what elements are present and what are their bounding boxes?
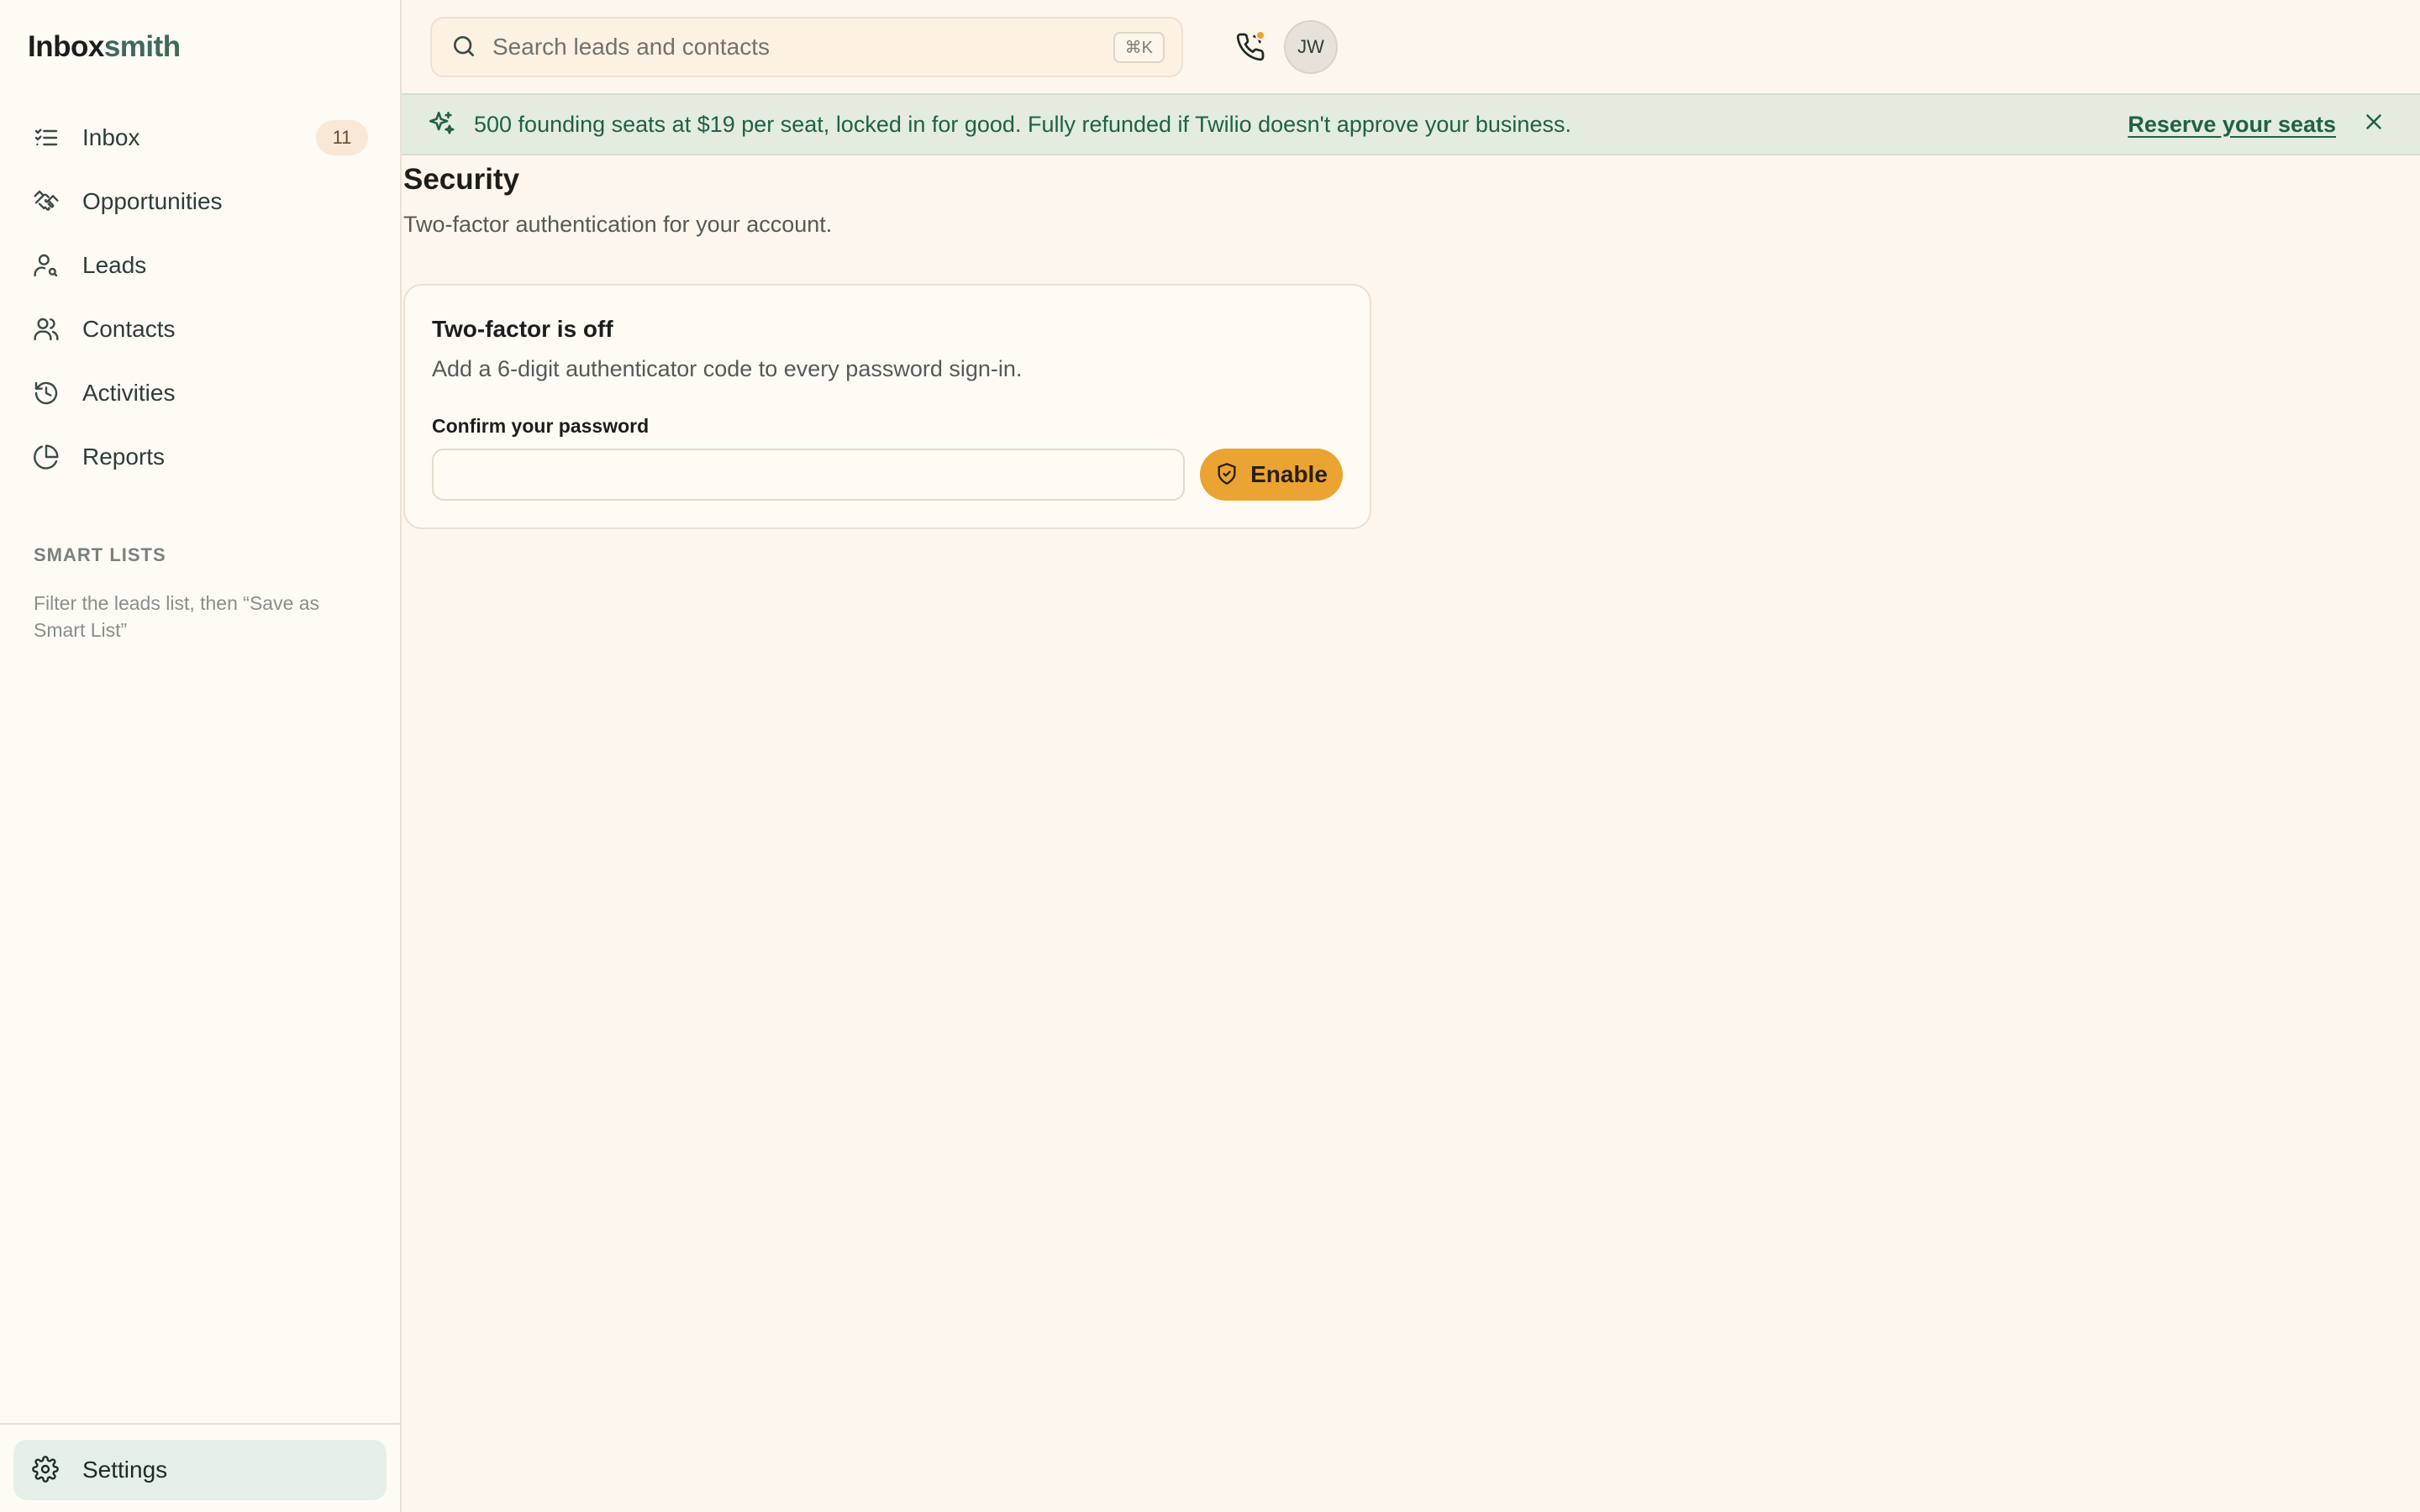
list-check-icon	[32, 123, 60, 152]
sidebar: Inboxsmith Inbox 11 Opportunities Leads	[0, 0, 402, 1512]
sidebar-footer: Settings	[0, 1423, 400, 1512]
avatar[interactable]: JW	[1284, 20, 1338, 74]
sidebar-item-activities[interactable]: Activities	[13, 363, 388, 423]
users-icon	[32, 315, 60, 344]
notification-dot	[1255, 30, 1265, 40]
phone-button[interactable]	[1232, 29, 1269, 66]
enable-button[interactable]: Enable	[1200, 449, 1343, 501]
promo-banner: 500 founding seats at $19 per seat, lock…	[402, 93, 2420, 155]
sidebar-item-label: Activities	[82, 380, 176, 406]
shortcut-hint: ⌘K	[1113, 31, 1165, 63]
sidebar-item-settings[interactable]: Settings	[13, 1440, 387, 1500]
shield-check-icon	[1215, 462, 1240, 487]
gear-icon	[32, 1456, 60, 1484]
sidebar-item-reports[interactable]: Reports	[13, 427, 388, 487]
two-factor-description: Add a 6-digit authenticator code to ever…	[432, 356, 1023, 381]
brand-part-1: Inbox	[28, 30, 104, 63]
sidebar-item-label: Contacts	[82, 316, 176, 342]
close-icon[interactable]	[2361, 109, 2391, 139]
search-bar[interactable]: ⌘K	[430, 17, 1183, 77]
sidebar-item-label: Settings	[82, 1457, 168, 1483]
sidebar-item-label: Leads	[82, 252, 147, 278]
sidebar-nav: Inbox 11 Opportunities Leads Contacts Ac…	[13, 108, 388, 491]
pie-chart-icon	[32, 443, 60, 471]
two-factor-card: Two-factor is off Add a 6-digit authenti…	[403, 284, 1371, 529]
password-label: Confirm your password	[432, 415, 650, 437]
sidebar-item-inbox[interactable]: Inbox 11	[13, 108, 388, 168]
sidebar-item-contacts[interactable]: Contacts	[13, 299, 388, 360]
sparkles-icon	[427, 109, 457, 139]
search-icon	[450, 33, 479, 61]
sidebar-item-label: Inbox	[82, 124, 140, 150]
handshake-icon	[32, 187, 60, 216]
sidebar-item-opportunities[interactable]: Opportunities	[13, 171, 388, 232]
user-search-icon	[32, 251, 60, 280]
inbox-count-badge: 11	[316, 120, 368, 155]
page-subtitle: Two-factor authentication for your accou…	[403, 212, 833, 237]
sidebar-item-label: Reports	[82, 444, 166, 470]
reserve-seats-link[interactable]: Reserve your seats	[2128, 112, 2336, 138]
banner-message: 500 founding seats at $19 per seat, lock…	[474, 111, 1571, 137]
search-input[interactable]	[492, 34, 1113, 60]
enable-button-label: Enable	[1250, 461, 1328, 487]
history-icon	[32, 379, 60, 407]
page-title: Security	[403, 163, 520, 196]
sidebar-item-label: Opportunities	[82, 188, 223, 214]
password-field[interactable]	[432, 449, 1185, 501]
smart-lists-hint: Filter the leads list, then “Save as Sma…	[34, 592, 320, 641]
smart-lists-heading: SMART LISTS	[34, 544, 166, 565]
sidebar-item-leads[interactable]: Leads	[13, 235, 388, 296]
brand-part-2: smith	[103, 30, 181, 63]
two-factor-status: Two-factor is off	[432, 316, 613, 342]
brand-logo[interactable]: Inboxsmith	[28, 30, 181, 64]
